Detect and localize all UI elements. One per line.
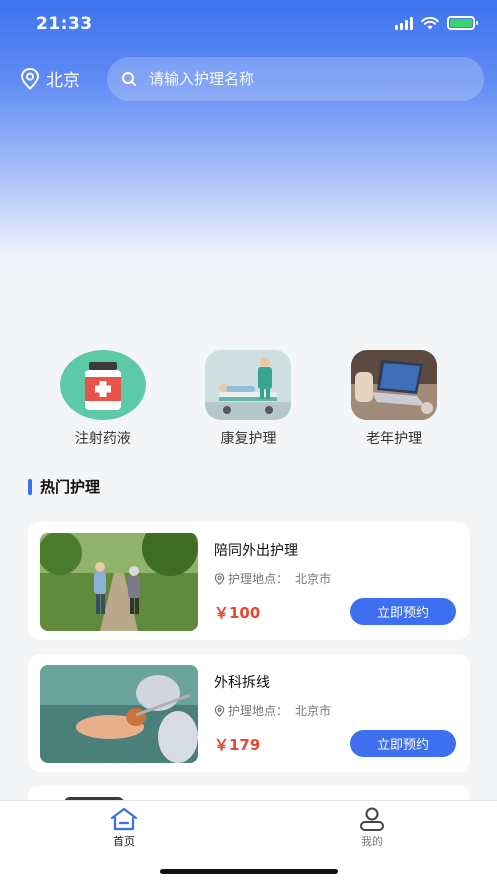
home-icon [110,807,138,831]
category-elderly[interactable]: 老年护理 [339,350,449,448]
service-price: ￥179 [214,736,261,754]
tab-profile[interactable]: 我的 [332,807,412,849]
section-accent-bar [28,478,32,495]
status-bar: 21:33 [0,0,497,48]
medicine-bottle-icon [59,350,146,420]
section-title: 热门护理 [28,476,100,497]
category-list: 注射药液 康复护理 老年护理 [0,350,497,448]
location-selector[interactable]: 北京 [20,66,80,91]
home-indicator [160,869,338,874]
search-bar[interactable] [107,57,484,101]
category-rehab[interactable]: 康复护理 [193,350,303,448]
category-label: 康复护理 [220,431,277,447]
location-label: 北京 [46,71,80,91]
address-label: 护理地点： [228,704,289,718]
location-pin-icon [214,572,225,585]
wifi-icon [421,16,439,29]
search-input[interactable] [149,70,449,88]
laptop-care-icon [351,350,438,420]
status-time: 21:33 [36,14,93,34]
location-pin-icon [20,67,40,90]
section-title-text: 热门护理 [40,478,101,496]
service-price: ￥100 [214,604,261,622]
service-photo [40,533,198,631]
book-now-button[interactable]: 立即预约 [350,598,456,625]
rehab-nurse-icon [205,350,292,420]
tab-label: 我的 [361,835,383,848]
address-value: 北京市 [295,572,332,586]
battery-icon [447,16,478,30]
service-title: 陪同外出护理 [214,543,298,559]
location-pin-icon [214,704,225,717]
service-card[interactable]: 陪同外出护理 护理地点： 北京市 ￥100 立即预约 [28,522,470,640]
service-card[interactable]: 外科拆线 护理地点： 北京市 ￥179 立即预约 [28,654,470,772]
tab-home[interactable]: 首页 [84,807,164,849]
service-address: 护理地点： 北京市 [214,702,331,719]
address-label: 护理地点： [228,572,289,586]
service-photo [40,665,198,763]
user-icon [360,807,384,831]
service-title: 外科拆线 [214,675,270,691]
category-injection[interactable]: 注射药液 [48,350,158,448]
category-label: 老年护理 [366,431,423,447]
status-icons [395,16,478,30]
search-icon [122,72,136,86]
book-now-button[interactable]: 立即预约 [350,730,456,757]
tab-label: 首页 [113,835,135,848]
category-label: 注射药液 [74,431,131,447]
signal-icon [395,16,413,30]
address-value: 北京市 [295,704,332,718]
service-address: 护理地点： 北京市 [214,570,331,587]
